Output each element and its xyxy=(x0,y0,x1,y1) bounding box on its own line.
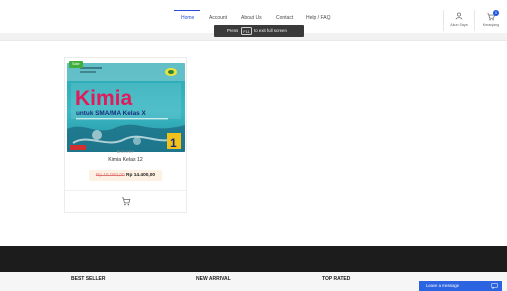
product-card[interactable]: Kimia untuk SMA/MA Kelas X 1 Sale BIOLOG… xyxy=(64,57,187,213)
divider xyxy=(474,10,475,31)
cover-grade: 1 xyxy=(170,136,177,150)
old-price: Rp 16.000,00 xyxy=(95,173,125,178)
product-category[interactable]: BIOLOGY xyxy=(65,150,186,154)
product-name[interactable]: Kimia Kelas 12 xyxy=(65,157,186,163)
fullscreen-key: F11 xyxy=(241,27,252,35)
book-cover-image: Kimia untuk SMA/MA Kelas X 1 xyxy=(67,63,185,152)
nav-active-indicator xyxy=(174,10,200,11)
fullscreen-notice: Press F11 to exit full screen xyxy=(214,25,304,37)
footer-new-arrival-heading: NEW ARRIVAL xyxy=(196,276,231,282)
footer-band xyxy=(0,246,507,272)
sale-price: Rp 14.400,00 xyxy=(126,173,156,178)
card-divider xyxy=(65,190,186,191)
add-to-cart-icon[interactable] xyxy=(121,197,131,206)
cart-button[interactable]: 0 Keranjang xyxy=(477,10,505,30)
chat-widget[interactable]: Leave a message xyxy=(419,281,502,291)
cover-title: Kimia xyxy=(75,87,133,110)
nav-contact[interactable]: Contact xyxy=(276,14,293,22)
user-icon xyxy=(455,12,463,20)
sale-badge: Sale xyxy=(69,61,83,68)
nav-home[interactable]: Home xyxy=(181,14,194,22)
product-price: Rp 16.000,00 Rp 14.400,00 xyxy=(89,170,162,181)
nav-help-faq[interactable]: Help / FAQ xyxy=(306,14,330,22)
footer-best-seller-heading: BEST SELLER xyxy=(71,276,106,282)
account-label: Akun Saya xyxy=(450,23,468,27)
chat-icon xyxy=(491,283,498,289)
nav-account[interactable]: Account xyxy=(209,14,227,22)
footer-top-rated-heading: TOP RATED xyxy=(322,276,351,282)
fullscreen-notice-prefix: Press xyxy=(227,28,239,33)
nav-about-us[interactable]: About Us xyxy=(241,14,262,22)
fullscreen-notice-suffix: to exit full screen xyxy=(254,28,287,33)
chat-label: Leave a message xyxy=(426,283,460,288)
cart-label: Keranjang xyxy=(482,23,500,27)
main-nav: Home Account About Us Contact Help / FAQ xyxy=(0,0,507,21)
product-image[interactable]: Kimia untuk SMA/MA Kelas X 1 xyxy=(67,63,185,152)
cart-count-badge: 0 xyxy=(493,10,499,16)
account-button[interactable]: Akun Saya xyxy=(447,10,471,30)
cover-subtitle: untuk SMA/MA Kelas X xyxy=(76,110,146,117)
divider xyxy=(443,10,444,31)
